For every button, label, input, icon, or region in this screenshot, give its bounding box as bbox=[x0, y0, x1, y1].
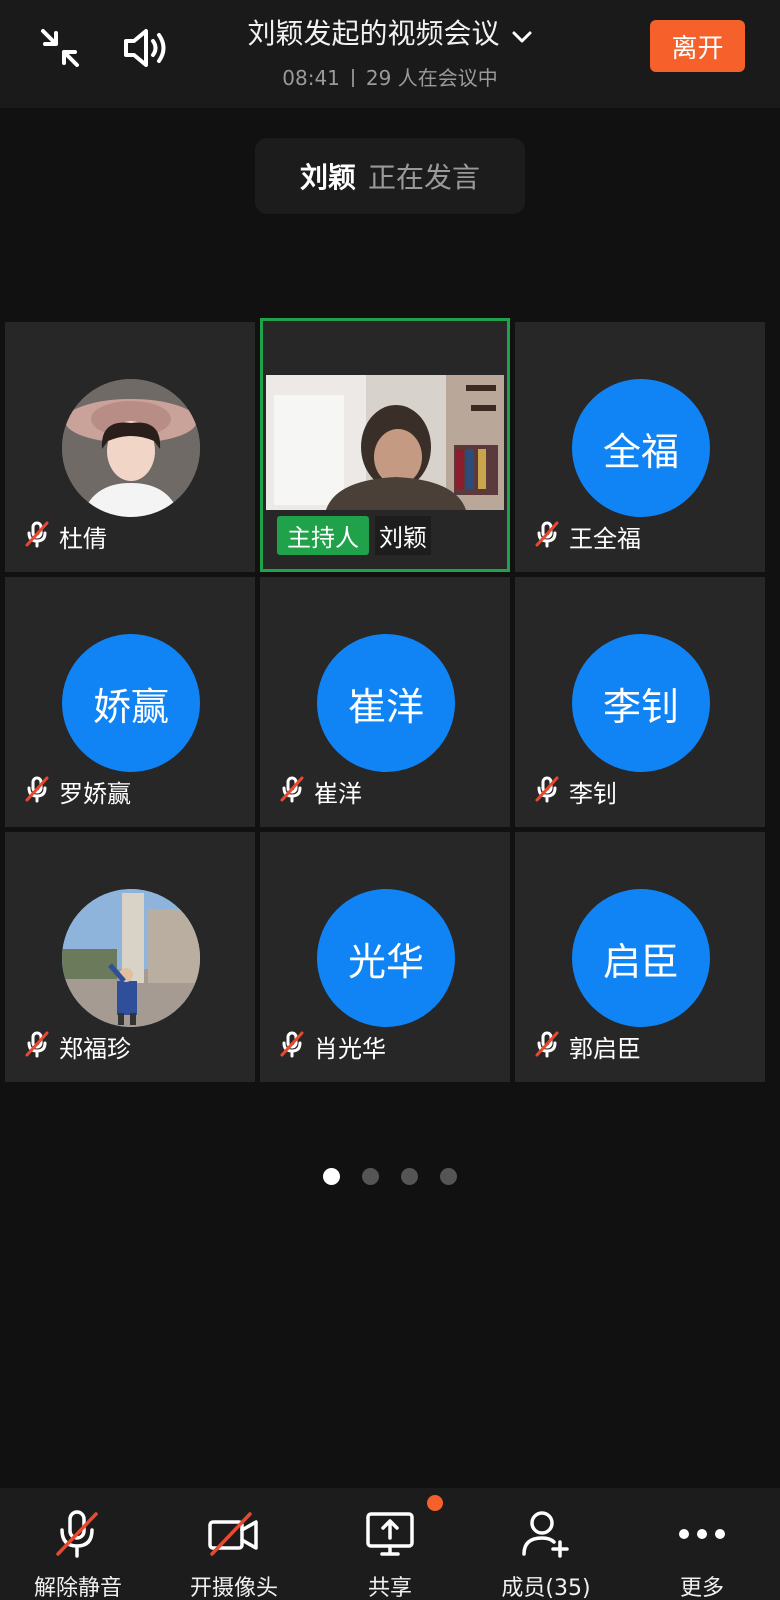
participant-tile[interactable]: 郑福珍 bbox=[5, 832, 255, 1082]
participant-tile[interactable]: 娇赢 罗娇赢 bbox=[5, 577, 255, 827]
add-member-icon bbox=[518, 1508, 574, 1560]
participant-name: 肖光华 bbox=[314, 1035, 386, 1063]
tile-label: 杜倩 bbox=[23, 519, 107, 554]
camera-button[interactable]: 开摄像头 bbox=[156, 1488, 312, 1600]
tile-label: 郭启臣 bbox=[533, 1029, 641, 1064]
chevron-down-icon bbox=[511, 29, 533, 48]
mic-muted-icon bbox=[533, 1030, 561, 1064]
participant-tile[interactable]: 启臣 郭启臣 bbox=[515, 832, 765, 1082]
participant-name: 李钊 bbox=[569, 780, 617, 808]
mic-muted-icon bbox=[23, 520, 51, 554]
meeting-time: 08:41 bbox=[282, 66, 340, 90]
participant-name: 崔洋 bbox=[314, 780, 362, 808]
video-feed bbox=[266, 375, 504, 510]
more-dots-icon bbox=[674, 1508, 730, 1560]
page-dot-1[interactable] bbox=[323, 1168, 340, 1185]
members-button[interactable]: 成员(35) bbox=[468, 1488, 624, 1600]
mic-muted-icon bbox=[23, 775, 51, 809]
tile-label: 崔洋 bbox=[278, 774, 362, 809]
camera-label: 开摄像头 bbox=[189, 1576, 278, 1600]
participant-count: 29 人在会议中 bbox=[365, 66, 498, 90]
leave-button[interactable]: 离开 bbox=[650, 20, 745, 72]
page-indicator bbox=[0, 1168, 780, 1185]
participant-tile[interactable]: 全福 王全福 bbox=[515, 322, 765, 572]
avatar: 启臣 bbox=[572, 889, 710, 1027]
unmute-label: 解除静音 bbox=[33, 1576, 122, 1600]
mic-muted-icon bbox=[50, 1508, 106, 1560]
share-screen-icon bbox=[362, 1508, 418, 1560]
mic-muted-icon bbox=[278, 1030, 306, 1064]
page-dot-2[interactable] bbox=[362, 1168, 379, 1185]
participant-tile[interactable]: 崔洋 崔洋 bbox=[260, 577, 510, 827]
tile-label: 罗娇赢 bbox=[23, 774, 131, 809]
participant-tile[interactable]: 杜倩 bbox=[5, 322, 255, 572]
avatar: 全福 bbox=[572, 379, 710, 517]
meeting-subtitle: 08:41 29 人在会议中 bbox=[200, 62, 580, 91]
participant-name: 杜倩 bbox=[59, 525, 107, 553]
minimize-icon[interactable] bbox=[34, 22, 86, 74]
bottom-toolbar: 解除静音 开摄像头 共享 成员(35) 更多 bbox=[0, 1488, 780, 1600]
avatar: 娇赢 bbox=[62, 634, 200, 772]
participant-name: 郑福珍 bbox=[59, 1035, 131, 1063]
more-button[interactable]: 更多 bbox=[624, 1488, 780, 1600]
share-button[interactable]: 共享 bbox=[312, 1488, 468, 1600]
mic-muted-icon bbox=[23, 1030, 51, 1064]
participant-tile[interactable]: 光华 肖光华 bbox=[260, 832, 510, 1082]
speaker-volume-icon[interactable] bbox=[120, 22, 174, 74]
participant-name: 郭启臣 bbox=[569, 1035, 641, 1063]
unmute-button[interactable]: 解除静音 bbox=[0, 1488, 156, 1600]
more-label: 更多 bbox=[679, 1576, 724, 1600]
avatar bbox=[62, 889, 200, 1027]
participant-tile[interactable]: 李钊 李钊 bbox=[515, 577, 765, 827]
page-dot-4[interactable] bbox=[440, 1168, 457, 1185]
participant-name: 王全福 bbox=[569, 525, 641, 553]
share-label: 共享 bbox=[367, 1576, 412, 1600]
active-speaker-indicator: 刘颖 正在发言 bbox=[255, 138, 525, 214]
tile-label: 王全福 bbox=[533, 519, 641, 554]
avatar: 光华 bbox=[317, 889, 455, 1027]
page-dot-3[interactable] bbox=[401, 1168, 418, 1185]
meeting-title-area[interactable]: 刘颖发起的视频会议 08:41 29 人在会议中 bbox=[200, 12, 580, 91]
mic-muted-icon bbox=[533, 520, 561, 554]
members-label: 成员(35) bbox=[501, 1576, 591, 1600]
tile-label: 李钊 bbox=[533, 774, 617, 809]
mic-muted-icon bbox=[533, 775, 561, 809]
avatar: 李钊 bbox=[572, 634, 710, 772]
avatar: 崔洋 bbox=[317, 634, 455, 772]
camera-off-icon bbox=[206, 1508, 262, 1560]
active-speaker-status: 正在发言 bbox=[368, 161, 481, 194]
active-speaker-name: 刘颖 bbox=[299, 161, 356, 194]
participant-name: 罗娇赢 bbox=[59, 780, 131, 808]
host-video-tile[interactable]: 主持人 刘颖 bbox=[260, 318, 510, 572]
participant-name: 刘颖 bbox=[375, 516, 431, 555]
host-label: 主持人 刘颖 bbox=[277, 516, 431, 555]
avatar bbox=[62, 379, 200, 517]
meeting-title: 刘颖发起的视频会议 bbox=[247, 17, 500, 50]
tile-label: 郑福珍 bbox=[23, 1029, 131, 1064]
mic-muted-icon bbox=[278, 775, 306, 809]
divider bbox=[351, 69, 354, 87]
tile-label: 肖光华 bbox=[278, 1029, 386, 1064]
notification-dot bbox=[427, 1495, 443, 1511]
host-badge: 主持人 bbox=[277, 516, 369, 555]
top-bar: 刘颖发起的视频会议 08:41 29 人在会议中 离开 bbox=[0, 0, 780, 108]
